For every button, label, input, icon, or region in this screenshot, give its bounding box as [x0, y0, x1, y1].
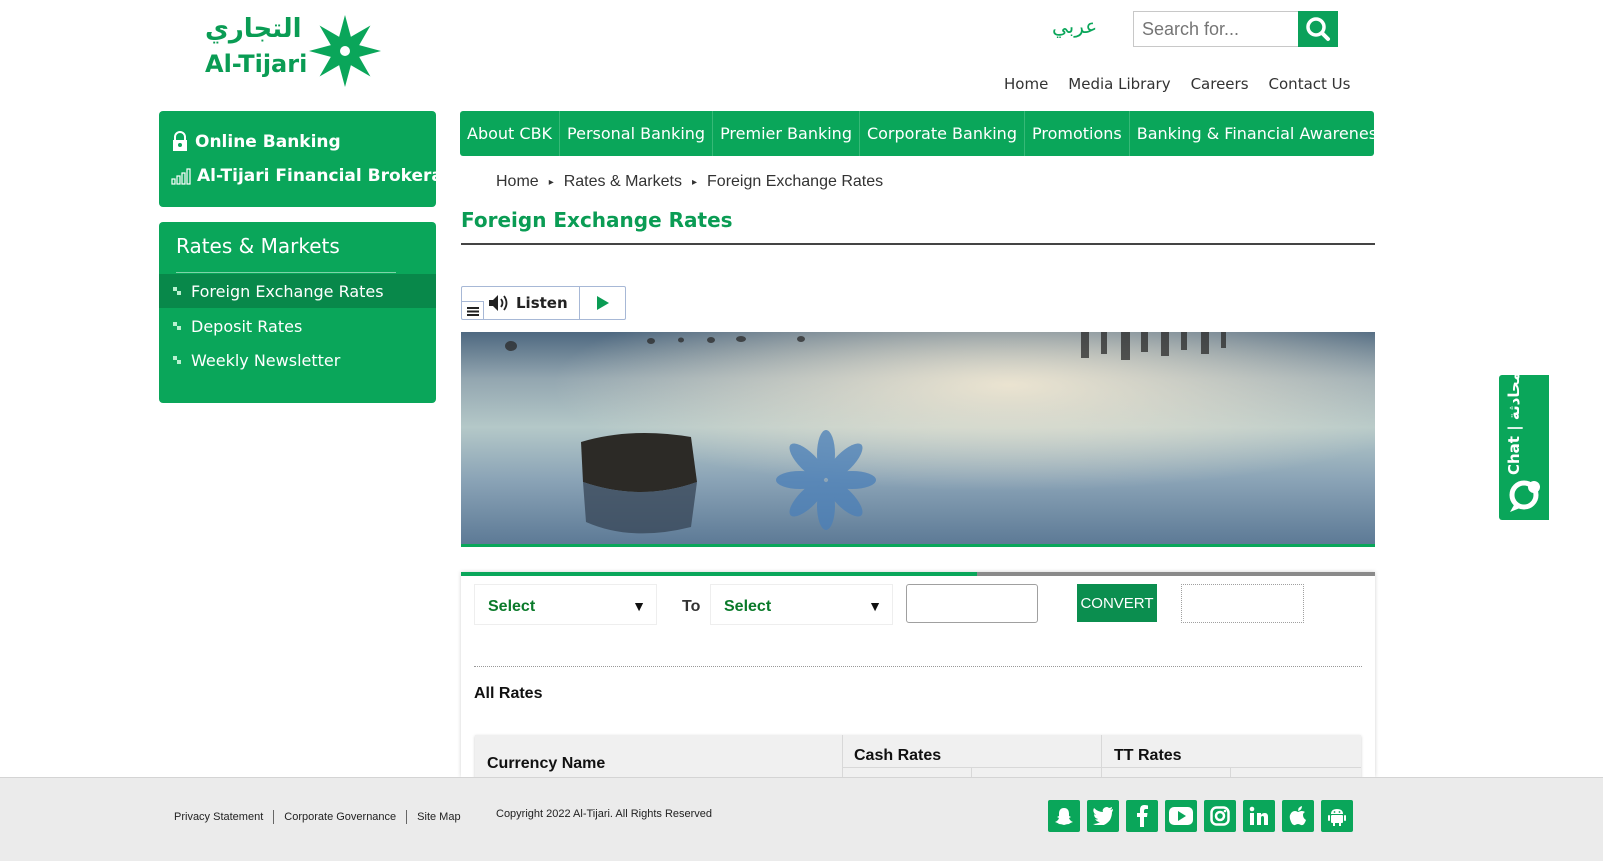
logo-text-arabic: التجاري	[205, 14, 302, 44]
copyright-text: Copyright 2022 Al-Tijari. All Rights Res…	[496, 808, 713, 820]
converter-divider	[474, 666, 1362, 667]
panel-accent-bar	[461, 572, 977, 576]
top-link-contact-us[interactable]: Contact Us	[1269, 75, 1351, 93]
footer-link-site-map[interactable]: Site Map	[407, 810, 470, 824]
nav-promotions[interactable]: Promotions	[1025, 111, 1130, 156]
snapchat-icon[interactable]	[1048, 800, 1080, 832]
sidebar-item-foreign-exchange-rates[interactable]: Foreign Exchange Rates	[159, 274, 436, 308]
listen-button[interactable]: Listen	[462, 287, 580, 319]
footer-links: Privacy Statement Corporate Governance S…	[174, 810, 471, 824]
bullet-icon	[173, 356, 181, 364]
column-currency-name: Currency Name	[487, 755, 606, 772]
panel-accent-bar-gray	[977, 572, 1375, 576]
search-icon	[1306, 17, 1330, 41]
brokerage-label: Al-Tijari Financial Brokerage	[197, 166, 467, 186]
chat-tab[interactable]: Chat | محادثة	[1499, 371, 1549, 520]
chevron-right-icon: ▸	[548, 176, 554, 188]
currency-converter-panel: Select ▼ To Select ▼ CONVERT All Rates C…	[461, 572, 1375, 785]
play-button[interactable]	[580, 287, 625, 319]
logo-text-english: Al-Tijari	[205, 50, 308, 78]
online-banking-label: Online Banking	[195, 132, 341, 152]
breadcrumb-rates-markets[interactable]: Rates & Markets	[564, 173, 682, 191]
brokerage-link[interactable]: Al-Tijari Financial Brokerage	[171, 159, 467, 193]
listen-widget: Listen	[461, 286, 626, 320]
all-rates-heading: All Rates	[474, 685, 543, 702]
title-divider	[461, 243, 1375, 245]
footer: Privacy Statement Corporate Governance S…	[0, 777, 1603, 861]
subheader-divider	[842, 767, 1361, 768]
apple-icon[interactable]	[1282, 800, 1314, 832]
convert-button[interactable]: CONVERT	[1077, 584, 1157, 622]
sidebar-item-weekly-newsletter[interactable]: Weekly Newsletter	[159, 343, 436, 377]
sidebar-title: Rates & Markets	[176, 234, 340, 258]
hero-illustration	[461, 332, 1375, 544]
top-link-careers[interactable]: Careers	[1191, 75, 1249, 93]
nav-banking-financial-awareness[interactable]: Banking & Financial Awareness	[1130, 111, 1393, 156]
from-currency-select[interactable]: Select ▼	[474, 584, 657, 625]
linkedin-icon[interactable]	[1243, 800, 1275, 832]
twitter-icon[interactable]	[1087, 800, 1119, 832]
top-link-media-library[interactable]: Media Library	[1068, 75, 1170, 93]
menu-icon[interactable]	[462, 301, 484, 319]
sidebar-item-label: Weekly Newsletter	[191, 350, 341, 370]
star-logo-icon	[309, 15, 381, 87]
footer-link-corporate-governance[interactable]: Corporate Governance	[274, 810, 408, 824]
conversion-result-field	[1181, 584, 1304, 623]
breadcrumb-home[interactable]: Home	[496, 173, 539, 191]
quick-links-box: Online Banking Al-Tijari Financial Broke…	[159, 111, 467, 207]
youtube-icon[interactable]	[1165, 800, 1197, 832]
bullet-icon	[173, 287, 181, 295]
android-icon[interactable]	[1321, 800, 1353, 832]
to-currency-value: Select	[724, 598, 772, 615]
chevron-right-icon: ▸	[691, 176, 698, 188]
speaker-icon	[489, 295, 508, 311]
to-label: To	[682, 598, 701, 615]
listen-label: Listen	[516, 294, 568, 312]
lock-icon	[173, 131, 187, 151]
sidebar-item-label: Deposit Rates	[191, 316, 303, 336]
hero-banner-image	[461, 332, 1375, 547]
dropdown-arrow-icon: ▼	[868, 598, 882, 614]
facebook-icon[interactable]	[1126, 800, 1158, 832]
breadcrumb: Home ▸ Rates & Markets ▸ Foreign Exchang…	[496, 173, 883, 191]
main-navigation: About CBK Personal Banking Premier Banki…	[460, 111, 1385, 156]
footer-link-privacy-statement[interactable]: Privacy Statement	[174, 810, 275, 824]
chat-bubble-icon	[1509, 480, 1540, 512]
nav-corporate-banking[interactable]: Corporate Banking	[860, 111, 1025, 156]
page-title: Foreign Exchange Rates	[461, 208, 733, 232]
top-links: Home Media Library Careers Contact Us	[1004, 75, 1350, 93]
instagram-icon[interactable]	[1204, 800, 1236, 832]
arabic-language-link[interactable]: عربي	[1052, 14, 1097, 38]
chat-label: Chat | محادثة	[1505, 371, 1523, 475]
sidebar-item-label: Foreign Exchange Rates	[191, 281, 384, 301]
social-icons	[1048, 800, 1353, 832]
bar-chart-icon	[171, 168, 191, 185]
site-logo[interactable]: التجاري Al-Tijari	[205, 12, 385, 90]
play-icon	[596, 296, 609, 310]
from-currency-value: Select	[488, 598, 536, 615]
column-tt-rates: TT Rates	[1114, 747, 1182, 764]
sidebar-item-deposit-rates[interactable]: Deposit Rates	[159, 309, 436, 343]
bullet-icon	[173, 322, 181, 330]
online-banking-link[interactable]: Online Banking	[171, 125, 424, 159]
search-input[interactable]	[1133, 11, 1299, 47]
column-cash-rates: Cash Rates	[854, 747, 942, 764]
to-currency-select[interactable]: Select ▼	[710, 584, 893, 625]
search-button[interactable]	[1298, 11, 1338, 47]
breadcrumb-current: Foreign Exchange Rates	[707, 173, 884, 190]
top-link-home[interactable]: Home	[1004, 75, 1048, 93]
nav-about-cbk[interactable]: About CBK	[460, 111, 561, 156]
nav-premier-banking[interactable]: Premier Banking	[713, 111, 860, 156]
nav-personal-banking[interactable]: Personal Banking	[560, 111, 714, 156]
dropdown-arrow-icon: ▼	[632, 598, 646, 614]
sidebar-divider	[176, 272, 396, 273]
amount-input[interactable]	[906, 584, 1038, 623]
sidebar-menu: Rates & Markets Foreign Exchange Rates D…	[159, 222, 436, 403]
